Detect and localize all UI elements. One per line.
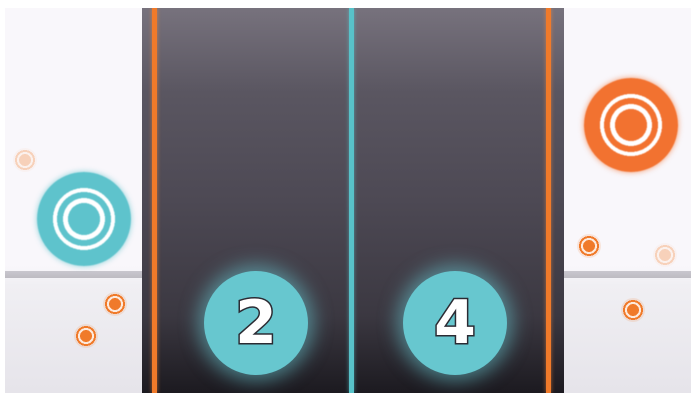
right-side-panel	[564, 8, 691, 393]
teal-concentric-target-icon[interactable]	[37, 172, 131, 266]
orange-ring-dot-icon	[13, 148, 37, 172]
arena-left-boundary	[152, 8, 157, 393]
player-score-disc: 2	[204, 271, 308, 375]
right-floor-line	[564, 271, 691, 278]
game-screen: 2 4	[0, 0, 696, 393]
game-viewport: 2 4	[5, 8, 691, 393]
arena-right-boundary	[546, 8, 551, 393]
arena-center-line	[349, 8, 354, 393]
orange-ring-dot-icon	[103, 292, 127, 316]
left-floor-line	[5, 271, 142, 278]
player-score: 2	[234, 288, 279, 358]
orange-concentric-target-icon[interactable]	[584, 78, 678, 172]
orange-ring-dot-icon	[577, 234, 601, 258]
opponent-score: 4	[433, 288, 478, 358]
opponent-score-disc: 4	[403, 271, 507, 375]
orange-ring-dot-icon	[74, 324, 98, 348]
orange-ring-dot-icon	[621, 298, 645, 322]
arena: 2 4	[142, 8, 564, 393]
orange-ring-dot-icon	[653, 243, 677, 267]
